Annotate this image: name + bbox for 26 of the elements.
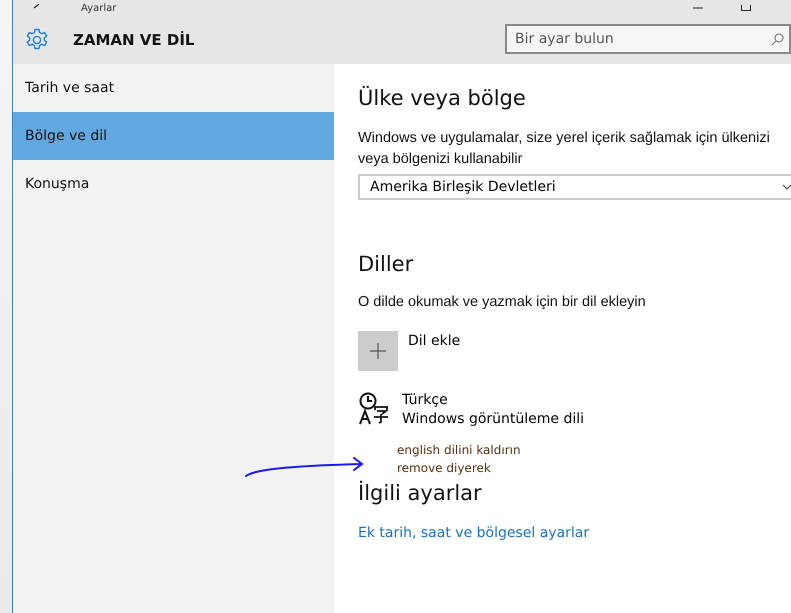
chevron-down-icon [782,184,791,190]
section-heading: Diller [358,252,414,276]
maximize-icon[interactable] [741,5,751,11]
sidebar-item[interactable]: Tarih ve saat [13,64,334,112]
settings-link[interactable]: Ek tarih, saat ve bölgesel ayarlar [358,525,590,541]
region-description: Windows ve uygulamalar, size yerel içerik sağlamak için ülkenizi veya bölgenizi kullanabilir [358,129,771,169]
add-language-label[interactable]: Dil ekle [408,333,460,371]
sidebar-item[interactable]: Bölge ve dil [13,112,334,160]
section-heading: İlgili ayarlar [358,481,482,505]
search-field[interactable]: Bir ayar bulun [505,24,791,54]
annotation-text: remove diyerek [397,460,492,477]
page-title: ZAMAN VE DİL [73,31,194,49]
language-name: Türkçe [402,391,449,410]
section-heading: Ülke veya bölge [358,86,526,110]
language-icon [358,391,390,425]
settings-icon [25,28,49,52]
languages-description: O dilde okumak ve yazmak için bir dil ekleyin [358,293,646,312]
language-item[interactable]: Türkçe Windows görüntüleme dili [358,391,584,429]
sidebar-item[interactable]: Konuşma [13,160,334,208]
annotation-text: english dilini kaldırın [397,442,521,459]
country-dropdown[interactable]: Amerika Birleşik Devletleri [358,174,791,200]
window-title: Ayarlar [81,2,116,14]
plus-icon [370,343,386,359]
search-icon[interactable] [771,33,784,46]
language-note: Windows görüntüleme dili [402,410,584,429]
minimize-icon[interactable] [693,5,703,11]
